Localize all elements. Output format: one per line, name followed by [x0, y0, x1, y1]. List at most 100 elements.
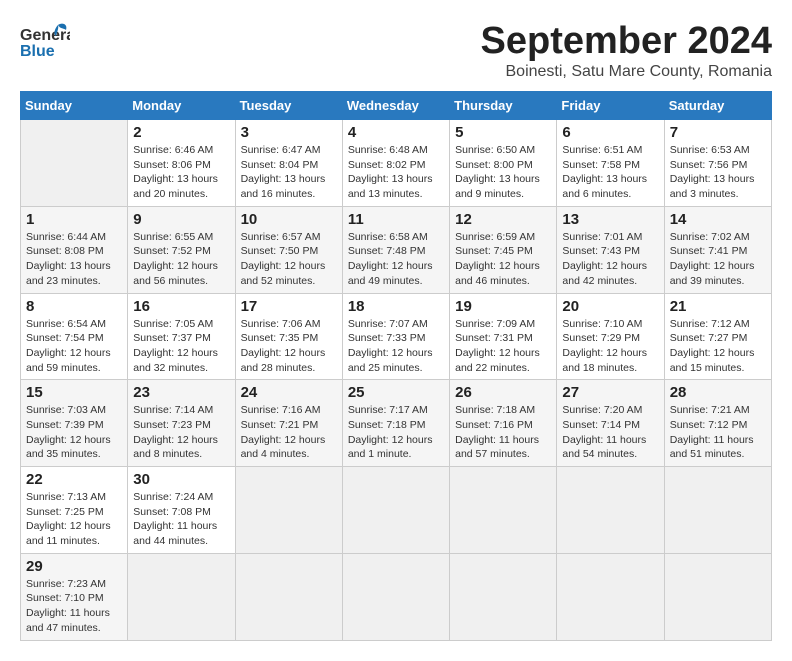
daylight-hours: Daylight: 12 hours and 35 minutes.: [26, 434, 111, 461]
day-info: Sunrise: 7:23 AM Sunset: 7:10 PM Dayligh…: [26, 577, 122, 636]
calendar-cell: [235, 467, 342, 554]
calendar-cell: 21 Sunrise: 7:12 AM Sunset: 7:27 PM Dayl…: [664, 293, 771, 380]
sunrise-time: Sunrise: 6:57 AM: [241, 231, 321, 243]
sunset-time: Sunset: 7:23 PM: [133, 419, 211, 431]
daylight-hours: Daylight: 12 hours and 49 minutes.: [348, 260, 433, 287]
calendar-week-row-5: 22 Sunrise: 7:13 AM Sunset: 7:25 PM Dayl…: [21, 467, 772, 554]
day-number: 15: [26, 384, 122, 401]
calendar-cell: 29 Sunrise: 7:23 AM Sunset: 7:10 PM Dayl…: [21, 553, 128, 640]
daylight-hours: Daylight: 12 hours and 25 minutes.: [348, 347, 433, 374]
day-number: 30: [133, 471, 229, 488]
calendar-week-row-6: 29 Sunrise: 7:23 AM Sunset: 7:10 PM Dayl…: [21, 553, 772, 640]
day-info: Sunrise: 6:55 AM Sunset: 7:52 PM Dayligh…: [133, 230, 229, 289]
calendar-cell: [557, 553, 664, 640]
sunrise-time: Sunrise: 7:21 AM: [670, 404, 750, 416]
day-number: 19: [455, 298, 551, 315]
daylight-hours: Daylight: 11 hours and 47 minutes.: [26, 607, 110, 634]
weekday-header-row: SundayMondayTuesdayWednesdayThursdayFrid…: [21, 92, 772, 120]
day-info: Sunrise: 7:10 AM Sunset: 7:29 PM Dayligh…: [562, 317, 658, 376]
sunset-time: Sunset: 7:21 PM: [241, 419, 319, 431]
calendar-cell: [235, 553, 342, 640]
weekday-header-saturday: Saturday: [664, 92, 771, 120]
day-info: Sunrise: 6:57 AM Sunset: 7:50 PM Dayligh…: [241, 230, 337, 289]
svg-text:Blue: Blue: [20, 43, 55, 60]
day-info: Sunrise: 7:18 AM Sunset: 7:16 PM Dayligh…: [455, 403, 551, 462]
daylight-hours: Daylight: 13 hours and 3 minutes.: [670, 173, 755, 200]
day-info: Sunrise: 6:58 AM Sunset: 7:48 PM Dayligh…: [348, 230, 444, 289]
weekday-header-sunday: Sunday: [21, 92, 128, 120]
day-number: 26: [455, 384, 551, 401]
sunrise-time: Sunrise: 6:48 AM: [348, 144, 428, 156]
day-number: 12: [455, 211, 551, 228]
sunset-time: Sunset: 8:00 PM: [455, 159, 533, 171]
sunset-time: Sunset: 7:14 PM: [562, 419, 640, 431]
sunset-time: Sunset: 7:54 PM: [26, 332, 104, 344]
day-info: Sunrise: 6:50 AM Sunset: 8:00 PM Dayligh…: [455, 143, 551, 202]
sunrise-time: Sunrise: 6:51 AM: [562, 144, 642, 156]
day-number: 29: [26, 558, 122, 575]
sunset-time: Sunset: 7:48 PM: [348, 245, 426, 257]
day-info: Sunrise: 6:48 AM Sunset: 8:02 PM Dayligh…: [348, 143, 444, 202]
day-info: Sunrise: 7:02 AM Sunset: 7:41 PM Dayligh…: [670, 230, 766, 289]
sunrise-time: Sunrise: 6:44 AM: [26, 231, 106, 243]
sunrise-time: Sunrise: 7:12 AM: [670, 318, 750, 330]
daylight-hours: Daylight: 13 hours and 9 minutes.: [455, 173, 540, 200]
daylight-hours: Daylight: 12 hours and 1 minute.: [348, 434, 433, 461]
calendar-cell: 22 Sunrise: 7:13 AM Sunset: 7:25 PM Dayl…: [21, 467, 128, 554]
calendar-cell: [128, 553, 235, 640]
day-info: Sunrise: 7:12 AM Sunset: 7:27 PM Dayligh…: [670, 317, 766, 376]
day-info: Sunrise: 6:54 AM Sunset: 7:54 PM Dayligh…: [26, 317, 122, 376]
sunset-time: Sunset: 7:39 PM: [26, 419, 104, 431]
calendar-cell: [342, 553, 449, 640]
daylight-hours: Daylight: 11 hours and 54 minutes.: [562, 434, 646, 461]
sunrise-time: Sunrise: 7:03 AM: [26, 404, 106, 416]
calendar-cell: 3 Sunrise: 6:47 AM Sunset: 8:04 PM Dayli…: [235, 120, 342, 207]
sunset-time: Sunset: 7:52 PM: [133, 245, 211, 257]
daylight-hours: Daylight: 13 hours and 20 minutes.: [133, 173, 218, 200]
calendar-table: SundayMondayTuesdayWednesdayThursdayFrid…: [20, 91, 772, 641]
calendar-cell: [557, 467, 664, 554]
sunset-time: Sunset: 7:16 PM: [455, 419, 533, 431]
day-number: 27: [562, 384, 658, 401]
day-info: Sunrise: 7:03 AM Sunset: 7:39 PM Dayligh…: [26, 403, 122, 462]
daylight-hours: Daylight: 12 hours and 46 minutes.: [455, 260, 540, 287]
sunrise-time: Sunrise: 6:55 AM: [133, 231, 213, 243]
sunrise-time: Sunrise: 7:09 AM: [455, 318, 535, 330]
day-info: Sunrise: 7:09 AM Sunset: 7:31 PM Dayligh…: [455, 317, 551, 376]
calendar-cell: [664, 553, 771, 640]
daylight-hours: Daylight: 13 hours and 13 minutes.: [348, 173, 433, 200]
day-info: Sunrise: 7:05 AM Sunset: 7:37 PM Dayligh…: [133, 317, 229, 376]
sunrise-time: Sunrise: 7:06 AM: [241, 318, 321, 330]
daylight-hours: Daylight: 12 hours and 56 minutes.: [133, 260, 218, 287]
logo-icon: General Blue: [20, 20, 70, 65]
calendar-cell: 6 Sunrise: 6:51 AM Sunset: 7:58 PM Dayli…: [557, 120, 664, 207]
day-number: 18: [348, 298, 444, 315]
sunset-time: Sunset: 7:43 PM: [562, 245, 640, 257]
sunrise-time: Sunrise: 6:59 AM: [455, 231, 535, 243]
sunset-time: Sunset: 7:45 PM: [455, 245, 533, 257]
day-info: Sunrise: 7:07 AM Sunset: 7:33 PM Dayligh…: [348, 317, 444, 376]
day-number: 28: [670, 384, 766, 401]
day-number: 20: [562, 298, 658, 315]
daylight-hours: Daylight: 12 hours and 8 minutes.: [133, 434, 218, 461]
sunset-time: Sunset: 7:10 PM: [26, 592, 104, 604]
day-info: Sunrise: 6:53 AM Sunset: 7:56 PM Dayligh…: [670, 143, 766, 202]
sunset-time: Sunset: 8:06 PM: [133, 159, 211, 171]
calendar-cell: [664, 467, 771, 554]
calendar-cell: 10 Sunrise: 6:57 AM Sunset: 7:50 PM Dayl…: [235, 206, 342, 293]
day-info: Sunrise: 7:06 AM Sunset: 7:35 PM Dayligh…: [241, 317, 337, 376]
day-number: 8: [26, 298, 122, 315]
sunset-time: Sunset: 7:33 PM: [348, 332, 426, 344]
day-number: 10: [241, 211, 337, 228]
daylight-hours: Daylight: 12 hours and 18 minutes.: [562, 347, 647, 374]
calendar-cell: 20 Sunrise: 7:10 AM Sunset: 7:29 PM Dayl…: [557, 293, 664, 380]
day-number: 1: [26, 211, 122, 228]
sunset-time: Sunset: 7:25 PM: [26, 506, 104, 518]
day-info: Sunrise: 6:44 AM Sunset: 8:08 PM Dayligh…: [26, 230, 122, 289]
calendar-cell: 28 Sunrise: 7:21 AM Sunset: 7:12 PM Dayl…: [664, 380, 771, 467]
sunrise-time: Sunrise: 7:14 AM: [133, 404, 213, 416]
day-number: 6: [562, 124, 658, 141]
calendar-cell: [450, 553, 557, 640]
sunset-time: Sunset: 7:50 PM: [241, 245, 319, 257]
svg-text:General: General: [20, 27, 70, 44]
